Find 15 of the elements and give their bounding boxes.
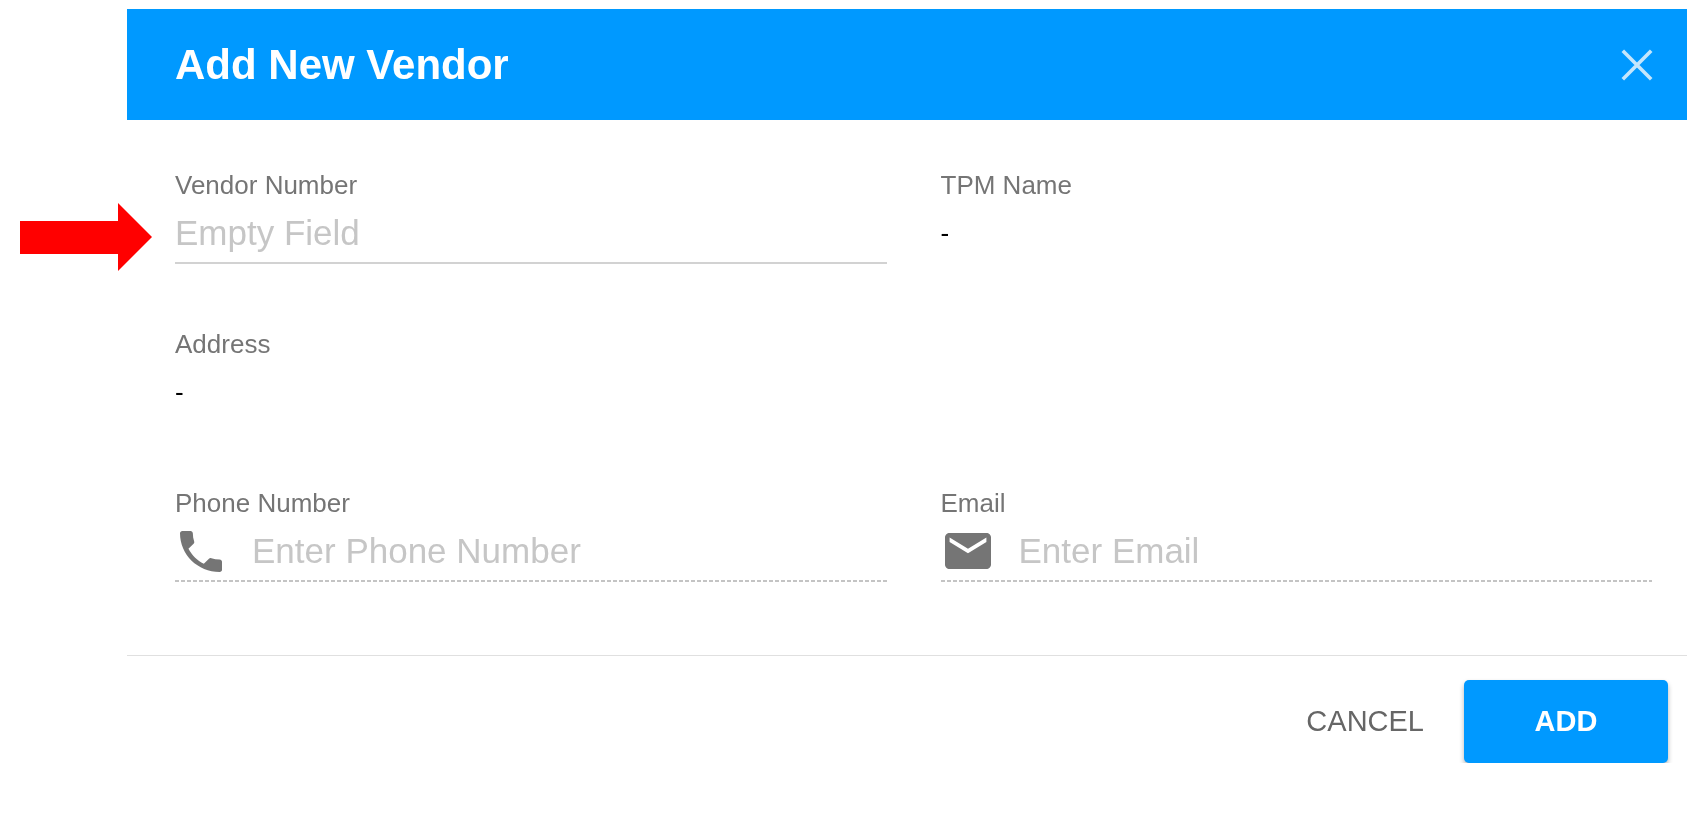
field-label: TPM Name [940,170,1073,200]
add-button[interactable]: ADD [1464,680,1668,763]
close-button[interactable] [1621,48,1653,81]
field-value: - [175,376,184,409]
field-label: Phone Number [175,488,351,518]
close-icon [1621,48,1653,81]
cancel-button[interactable]: CANCEL [1282,680,1448,763]
field-label: Email [940,488,1007,518]
phone-icon [180,531,222,572]
field-label: Vendor Number [175,170,359,200]
mail-icon [944,533,991,569]
field-label: Address [175,329,272,359]
dialog-title: Add New Vendor [175,40,509,89]
text-field[interactable]: Empty Field [175,213,887,264]
field-value: - [940,217,950,250]
